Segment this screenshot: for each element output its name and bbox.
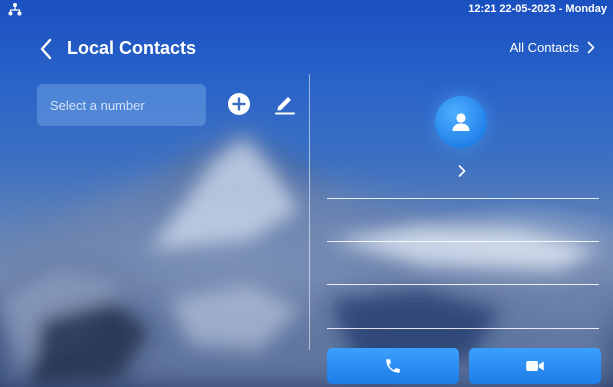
edit-contacts-button[interactable] (273, 92, 297, 116)
plus-circle-icon (228, 93, 250, 115)
network-tree-icon (8, 3, 22, 16)
contact-field-4 (327, 328, 599, 329)
panel-divider (309, 74, 310, 350)
chevron-right-icon (587, 41, 595, 54)
chevron-right-icon (458, 165, 466, 177)
video-call-button[interactable] (469, 348, 601, 384)
add-contact-button[interactable] (226, 91, 252, 117)
audio-call-button[interactable] (327, 348, 459, 384)
contact-field-3 (327, 284, 599, 285)
contact-avatar (435, 96, 487, 148)
contact-detail-expand[interactable] (455, 163, 469, 179)
pencil-icon (275, 97, 295, 115)
contact-field-2 (327, 241, 599, 242)
status-bar: 12:21 22-05-2023 - Monday (0, 0, 613, 18)
phone-icon (386, 359, 400, 373)
video-camera-icon (526, 361, 544, 371)
all-contacts-label: All Contacts (509, 40, 579, 55)
person-icon (452, 113, 470, 131)
chevron-left-icon (40, 38, 52, 60)
page-title: Local Contacts (67, 38, 197, 58)
number-search-field[interactable] (37, 84, 206, 126)
number-search-input[interactable] (50, 97, 206, 113)
back-button[interactable] (33, 36, 59, 62)
status-datetime: 12:21 22-05-2023 - Monday (468, 3, 607, 15)
all-contacts-button[interactable]: All Contacts (510, 40, 595, 55)
contact-field-1 (327, 198, 599, 199)
